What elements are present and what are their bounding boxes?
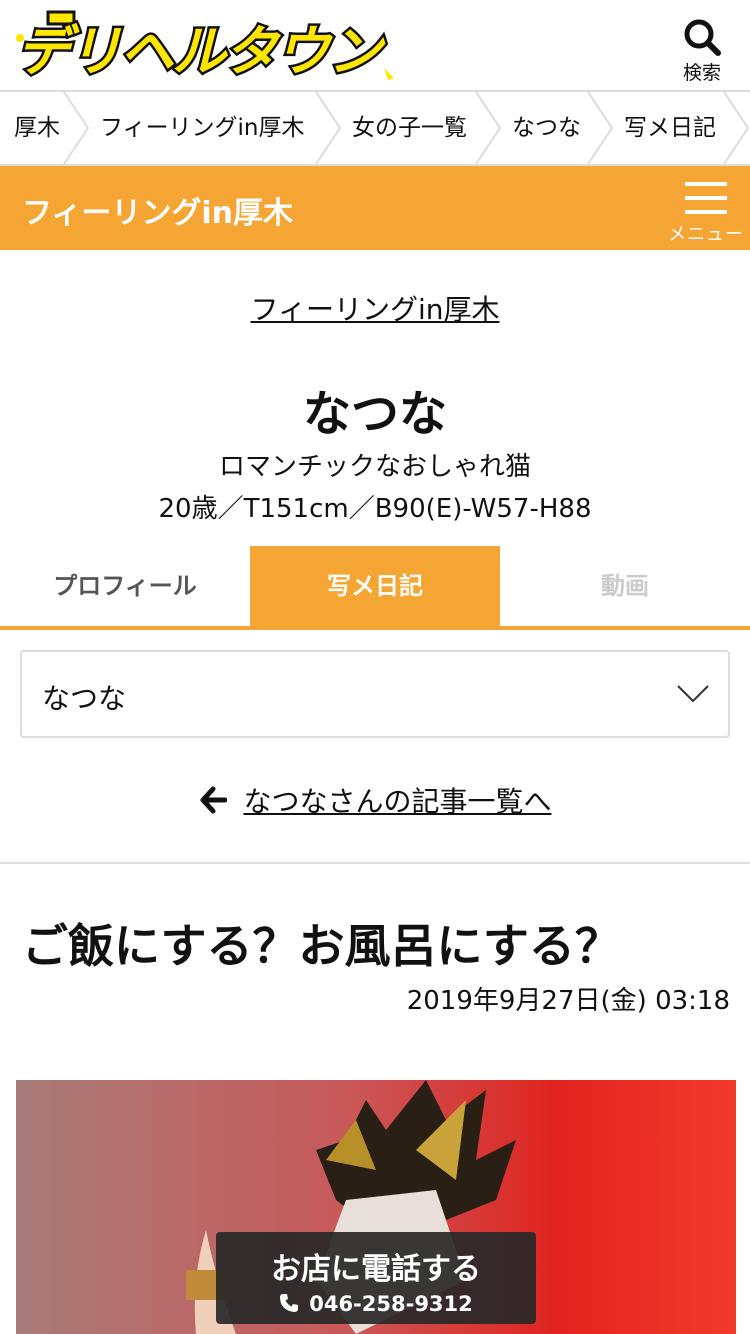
breadcrumb-item-girl[interactable]: なつな — [512, 92, 581, 164]
tab-profile[interactable]: プロフィール — [0, 546, 250, 626]
chevron-down-icon — [677, 685, 709, 703]
search-icon — [684, 19, 721, 56]
call-shop-tel-number: 046-258-9312 — [309, 1292, 473, 1316]
shop-bar: フィーリングin厚木 メニュー — [0, 166, 750, 250]
breadcrumb: 厚木 フィーリングin厚木 女の子一覧 なつな 写メ日記 — [0, 90, 750, 166]
article-date: 2019年9月27日(金) 03:18 — [406, 986, 730, 1016]
divider — [0, 862, 750, 864]
breadcrumb-separator-icon — [723, 92, 750, 164]
back-to-articles-link[interactable]: なつなさんの記事一覧へ — [0, 780, 750, 820]
tab-movie: 動画 — [601, 572, 649, 600]
hamburger-icon — [666, 180, 746, 214]
girl-catch-copy: ロマンチックなおしゃれ猫 — [218, 452, 531, 482]
shop-link: フィーリングin厚木 — [0, 288, 750, 328]
breadcrumb-separator-icon — [587, 92, 614, 164]
profile-tabs: プロフィール 写メ日記 動画 — [0, 546, 750, 630]
breadcrumb-separator-icon — [315, 92, 342, 164]
girl-select-value: なつな — [42, 682, 127, 715]
breadcrumb-separator-icon — [475, 92, 502, 164]
breadcrumb-item-diary[interactable]: 写メ日記 — [624, 92, 716, 164]
site-header: デリヘルタウン 検索 — [0, 0, 750, 90]
back-link-label: なつなさんの記事一覧へ — [243, 785, 552, 818]
call-shop-tel: 046-258-9312 — [216, 1292, 536, 1316]
logo-text: デリヘルタウン — [16, 20, 386, 82]
call-shop-button[interactable]: お店に電話する 046-258-9312 — [216, 1232, 536, 1324]
breadcrumb-separator-icon — [63, 92, 90, 164]
breadcrumb-item-girls[interactable]: 女の子一覧 — [352, 92, 467, 164]
girl-select[interactable]: なつな — [20, 650, 730, 738]
phone-icon — [280, 1294, 299, 1312]
breadcrumb-item-shop[interactable]: フィーリングin厚木 — [100, 92, 305, 164]
girl-spec: 20歳／T151cm／B90(E)-W57-H88 — [158, 494, 592, 524]
search-label: 検索 — [682, 62, 721, 84]
arrow-left-icon — [200, 786, 227, 814]
menu-label: メニュー — [668, 224, 744, 245]
call-shop-label: お店に電話する — [271, 1252, 481, 1287]
tab-photo-diary[interactable]: 写メ日記 — [250, 546, 500, 626]
girl-name: なつな — [302, 386, 447, 442]
shop-link-text[interactable]: フィーリングin厚木 — [251, 293, 500, 326]
shop-bar-title[interactable]: フィーリングin厚木 — [22, 188, 293, 232]
menu-button[interactable]: メニュー — [666, 180, 746, 245]
search-button[interactable]: 検索 — [672, 18, 732, 84]
breadcrumb-item-area[interactable]: 厚木 — [14, 92, 60, 164]
article-title: ご飯にする？お風呂にする？ — [22, 919, 621, 973]
site-logo[interactable]: デリヘルタウン — [8, 10, 418, 82]
